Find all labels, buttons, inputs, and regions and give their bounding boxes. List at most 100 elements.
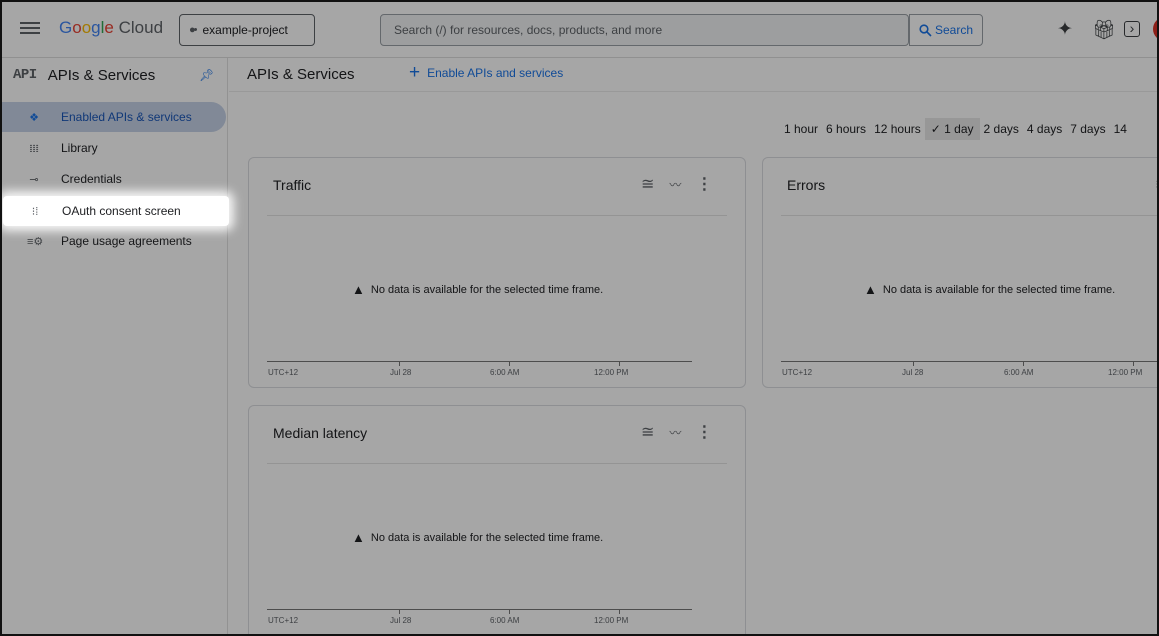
axis-tick (1133, 361, 1134, 366)
check-icon: ✓ (930, 122, 941, 136)
no-data-text: No data is available for the selected ti… (370, 531, 604, 544)
key-icon: ⊸ (29, 173, 39, 186)
axis-tick-label: 6:00 AM (490, 368, 520, 377)
traffic-card: Traffic ≅ 〰 ⋮ ▲ No data is available for… (248, 157, 746, 388)
no-data-message: ▲ No data is available for the selected … (352, 282, 603, 297)
no-data-text: No data is available for the selected ti… (370, 283, 604, 296)
main-content: APIs & Services + Enable APIs and servic… (229, 58, 1157, 634)
enable-apis-label: Enable APIs and services (427, 66, 564, 80)
app-window: Google Cloud ●• example-project Search (… (0, 0, 1159, 636)
sidebar-title: APIs & Services (47, 66, 156, 84)
api-logo: API (13, 67, 37, 83)
search-input[interactable]: Search (/) for resources, docs, products… (380, 14, 909, 46)
google-cloud-logo[interactable]: Google Cloud (59, 18, 163, 38)
sidebar-item-label: Page usage agreements (61, 234, 192, 248)
enable-apis-button[interactable]: + Enable APIs and services (409, 63, 564, 82)
range-1-hour[interactable]: 1 hour (780, 118, 822, 140)
axis-tick-label: UTC+12 (268, 616, 299, 625)
card-divider (267, 463, 727, 464)
sidebar-item-library[interactable]: 𝍖 Library (2, 133, 226, 163)
axis-tick (1023, 361, 1024, 366)
gift-icon[interactable]: 🎁︎ (1092, 18, 1116, 42)
range-4-days[interactable]: 4 days (1023, 118, 1066, 140)
range-7-days[interactable]: 7 days (1066, 118, 1109, 140)
search-icon (919, 23, 932, 37)
axis-tick (913, 361, 914, 366)
axis-tick-label: 6:00 AM (490, 616, 520, 625)
sidebar: API APIs & Services 📌︎ ❖ Enabled APIs & … (2, 58, 228, 634)
card-divider (781, 215, 1157, 216)
errors-card: Errors ≅ ▲ No data is available for the … (762, 157, 1157, 388)
x-axis (267, 361, 692, 362)
search-button-label: Search (934, 23, 974, 37)
sidebar-item-label: Library (61, 141, 98, 155)
pin-icon[interactable]: 📌︎ (199, 68, 214, 82)
sidebar-item-page-usage[interactable]: ≡⚙ Page usage agreements (2, 226, 226, 256)
card-title: Errors (787, 177, 826, 193)
axis-tick-label: Jul 28 (390, 368, 412, 377)
axis-tick (509, 609, 510, 614)
range-1-day[interactable]: ✓ 1 day (924, 118, 980, 140)
top-bar: Google Cloud ●• example-project Search (… (2, 2, 1157, 58)
sidebar-item-enabled-apis[interactable]: ❖ Enabled APIs & services (2, 102, 226, 132)
project-name: example-project (202, 23, 288, 37)
warning-icon: ▲ (352, 530, 365, 545)
more-options-icon[interactable]: ⋮ (696, 174, 712, 194)
axis-tick-label: 6:00 AM (1004, 368, 1034, 377)
range-2-days[interactable]: 2 days (980, 118, 1023, 140)
settings-list-icon: ≡⚙ (27, 235, 44, 248)
explore-icon[interactable]: 〰 (669, 174, 681, 194)
avatar[interactable] (1153, 17, 1157, 41)
time-range-selector: 1 hour 6 hours 12 hours ✓ 1 day 2 days 4… (780, 118, 1131, 140)
card-toolbar: ≅ (1155, 174, 1157, 194)
axis-tick-label: 12:00 PM (594, 616, 629, 625)
card-title: Median latency (273, 425, 368, 441)
page-title: APIs & Services (247, 66, 355, 83)
explore-icon[interactable]: 〰 (669, 422, 681, 442)
x-axis (267, 609, 692, 610)
range-1-day-label: 1 day (944, 122, 974, 136)
project-dots-icon: ●• (189, 24, 197, 36)
highlighted-item-label: OAuth consent screen (62, 204, 181, 218)
axis-tick-label: 12:00 PM (1108, 368, 1143, 377)
more-options-icon[interactable]: ⋮ (696, 422, 712, 442)
axis-tick (509, 361, 510, 366)
page-header: APIs & Services (229, 58, 1157, 92)
median-latency-card: Median latency ≅ 〰 ⋮ ▲ No data is availa… (248, 405, 746, 634)
consent-icon: ⁝⁞ (31, 205, 39, 218)
axis-tick (619, 609, 620, 614)
range-14-days[interactable]: 14 (1110, 118, 1131, 140)
axis-tick (399, 361, 400, 366)
card-title: Traffic (273, 177, 312, 193)
axis-tick-label: Jul 28 (390, 616, 412, 625)
sidebar-item-credentials[interactable]: ⊸ Credentials (2, 164, 226, 194)
no-data-message: ▲ No data is available for the selected … (864, 282, 1115, 297)
library-icon: 𝍖 (29, 142, 39, 155)
axis-tick-label: UTC+12 (782, 368, 813, 377)
cloud-shell-icon[interactable]: › (1124, 21, 1140, 37)
sidebar-item-label: Credentials (61, 172, 122, 186)
axis-tick-label: Jul 28 (902, 368, 924, 377)
axis-tick-label: 12:00 PM (594, 368, 629, 377)
logo-google: Google (59, 18, 114, 37)
card-toolbar: ≅ 〰 ⋮ (641, 174, 712, 194)
warning-icon: ▲ (864, 282, 877, 297)
hamburger-menu-icon[interactable] (20, 19, 40, 39)
range-12-hours[interactable]: 12 hours (870, 118, 925, 140)
sidebar-item-label: Enabled APIs & services (61, 110, 192, 124)
card-toolbar: ≅ 〰 ⋮ (641, 422, 712, 442)
card-divider (267, 215, 727, 216)
legend-icon[interactable]: ≅ (641, 174, 654, 194)
diamond-network-icon: ❖ (29, 111, 39, 124)
highlighted-oauth-consent-screen[interactable]: ⁝⁞ OAuth consent screen (3, 196, 229, 226)
axis-tick (399, 609, 400, 614)
gemini-sparkle-icon[interactable]: ✦ (1057, 18, 1073, 41)
warning-icon: ▲ (352, 282, 365, 297)
legend-icon[interactable]: ≅ (1155, 174, 1157, 194)
search-button[interactable]: Search (909, 14, 983, 46)
legend-icon[interactable]: ≅ (641, 422, 654, 442)
range-6-hours[interactable]: 6 hours (822, 118, 870, 140)
project-picker[interactable]: ●• example-project (179, 14, 315, 46)
logo-cloud: Cloud (118, 18, 164, 37)
no-data-text: No data is available for the selected ti… (882, 283, 1116, 296)
